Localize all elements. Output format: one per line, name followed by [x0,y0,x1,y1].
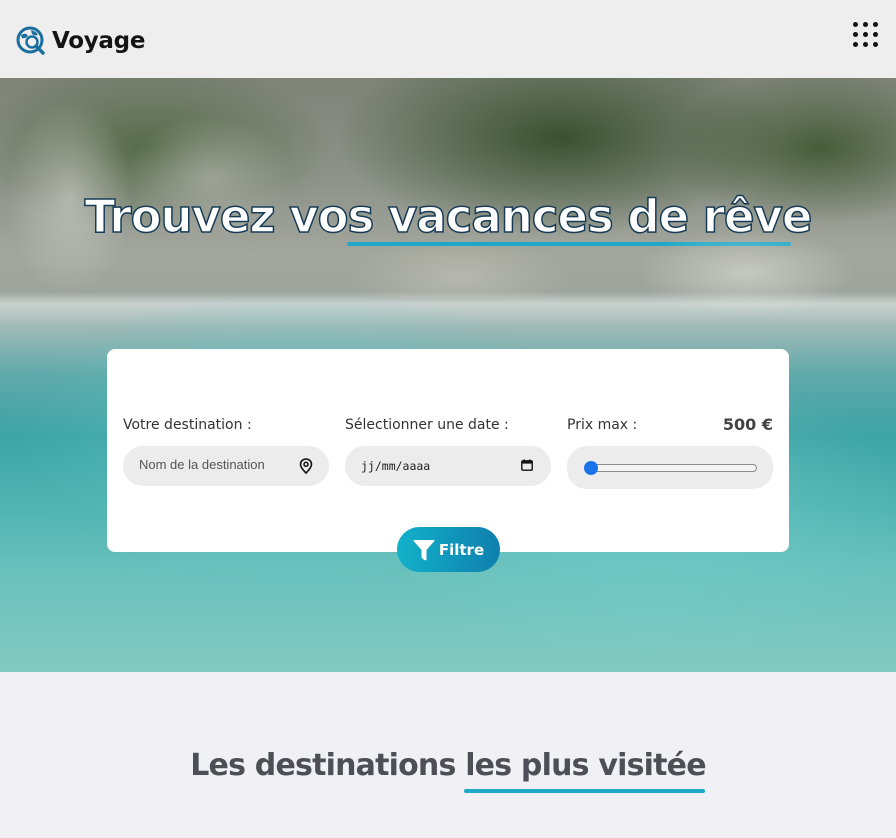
price-slider-track[interactable] [587,464,757,472]
filter-button-label: Filtre [438,540,485,559]
destination-input[interactable] [139,457,289,472]
destination-label: Votre destination : [123,417,252,433]
top-navbar: Voyage [0,0,896,78]
date-input-value[interactable]: jj/mm/aaaa [361,459,430,473]
popular-destinations-section: Les destinations les plus visitée [0,672,896,838]
brand-name: Voyage [52,28,146,54]
hero-banner: Trouvez vos vacances de rêve Votre desti… [0,78,896,672]
date-field[interactable]: jj/mm/aaaa [345,446,551,486]
price-label: Prix max : [567,417,638,433]
calendar-icon[interactable] [521,459,533,471]
section-title: Les destinations les plus visitée [190,748,706,783]
hero-title-underline [347,242,791,246]
filter-button[interactable]: Filtre [397,527,500,572]
date-label: Sélectionner une date : [345,417,509,433]
price-slider-thumb[interactable] [584,461,598,475]
hero-title: Trouvez vos vacances de rêve [84,189,813,244]
search-card: Votre destination : Sélectionner une dat… [107,349,789,572]
brand-logo[interactable]: Voyage [16,26,145,56]
section-title-underline [464,789,705,793]
location-pin-icon [299,458,313,474]
price-value: 500 € [722,415,773,434]
price-slider-field [567,446,773,489]
grid-menu-icon[interactable] [853,22,878,47]
globe-search-icon [16,26,45,55]
funnel-icon [413,539,435,560]
destination-field[interactable] [123,446,329,486]
